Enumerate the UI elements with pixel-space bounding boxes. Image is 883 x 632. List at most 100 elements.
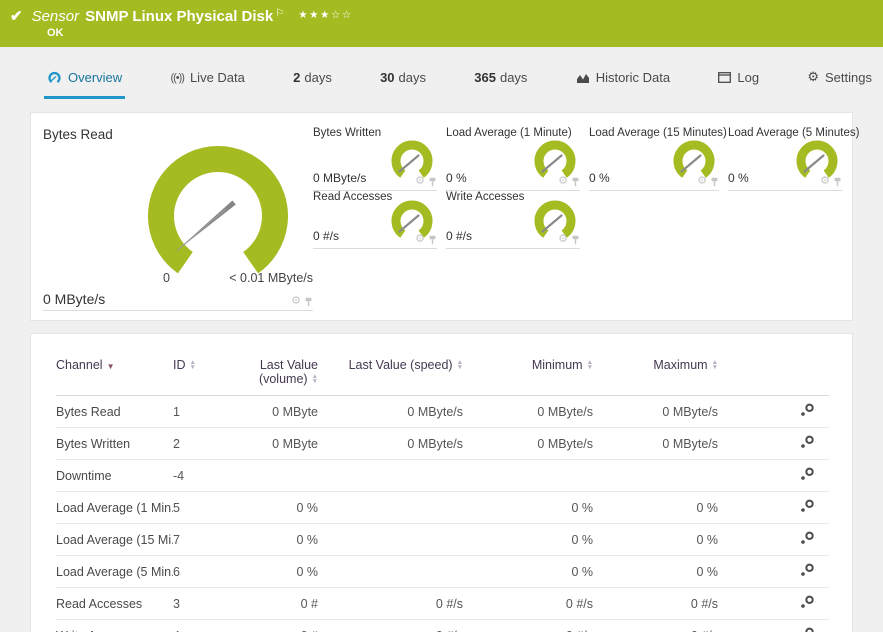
channel-settings-icon[interactable]	[799, 531, 815, 545]
channel-settings-icon[interactable]	[799, 499, 815, 513]
last-value-volume: 0 %	[233, 523, 326, 556]
last-value-volume: 0 %	[233, 491, 326, 524]
gear-icon: ⚙	[807, 69, 819, 84]
status-badge: OK	[47, 27, 64, 39]
gauge-dial	[148, 146, 288, 274]
col-header-channel[interactable]: Channel ▼	[56, 358, 173, 396]
channel-settings-icon[interactable]	[799, 595, 815, 609]
tab-settings[interactable]: ⚙ Settings	[804, 69, 875, 99]
gauge-value: 0 MByte/s	[313, 171, 367, 185]
gauge-label: Bytes Written	[313, 127, 382, 139]
tab-number: 365	[474, 70, 496, 85]
channel-id: 3	[173, 587, 233, 620]
pin-icon[interactable]	[428, 235, 437, 245]
broadcast-icon: ((•))	[170, 71, 184, 84]
table-row: Load Average (1 Min... 5 0 % 0 % 0 %	[56, 491, 829, 524]
maximum-value: 0 MByte/s	[601, 395, 726, 428]
tab-label: days	[499, 70, 528, 85]
channel-settings-icon[interactable]	[799, 435, 815, 449]
tab-historic-data[interactable]: Historic Data	[573, 70, 673, 99]
channel-name: Load Average (5 Min...	[56, 555, 173, 588]
pin-icon[interactable]	[571, 177, 580, 187]
tab-label: Live Data	[189, 70, 245, 85]
channel-gear-icon[interactable]: ⚙	[558, 234, 568, 245]
channel-name: Load Average (1 Min...	[56, 491, 173, 524]
channel-gear-icon[interactable]: ⚙	[415, 234, 425, 245]
channel-name: Load Average (15 Mi...	[56, 523, 173, 556]
gauge-icon	[48, 71, 61, 83]
channel-gear-icon[interactable]: ⚙	[415, 176, 425, 187]
last-value-volume	[233, 459, 326, 492]
pin-icon[interactable]	[710, 177, 719, 187]
pin-icon[interactable]	[428, 177, 437, 187]
sort-icon: ▲ ▼	[586, 359, 593, 371]
sensor-title: SNMP Linux Physical Disk	[85, 8, 274, 25]
gauge-value: 0 %	[589, 171, 610, 185]
channel-id: 5	[173, 491, 233, 524]
tab-log[interactable]: Log	[715, 70, 762, 99]
channels-panel: Channel ▼ ID ▲ ▼ Last Value (volume) ▲ ▼ Last…	[30, 333, 853, 632]
table-row: Write Accesses 4 0 # 0 #/s 0 #/s 0 #/s	[56, 619, 829, 632]
sensor-header: ✔ Sensor SNMP Linux Physical Disk ⚐ ★★★☆…	[0, 0, 883, 47]
table-row: Downtime -4	[56, 459, 829, 492]
tab-number: 30	[380, 70, 395, 85]
maximum-value	[601, 459, 726, 492]
tab-label: Log	[737, 70, 760, 85]
channel-settings-icon[interactable]	[799, 563, 815, 577]
tab-2-days[interactable]: 2 days	[290, 70, 335, 99]
tab-30-days[interactable]: 30 days	[377, 70, 429, 99]
maximum-value: 0 #/s	[601, 587, 726, 620]
maximum-value: 0 %	[601, 491, 726, 524]
gauge-label: Load Average (15 Minutes)	[589, 127, 727, 139]
pin-icon[interactable]	[304, 297, 313, 307]
gauge-label: Load Average (1 Minute)	[446, 127, 572, 139]
last-value-volume: 0 MByte	[233, 395, 326, 428]
col-header-settings	[726, 358, 829, 396]
priority-stars[interactable]: ★★★☆☆	[298, 9, 353, 21]
minimum-value	[471, 459, 601, 492]
minimum-value: 0 #/s	[471, 587, 601, 620]
minimum-value: 0 %	[471, 555, 601, 588]
channel-settings-icon[interactable]	[799, 403, 815, 417]
channel-gear-icon[interactable]: ⚙	[820, 176, 830, 187]
col-header-id[interactable]: ID ▲ ▼	[173, 358, 233, 396]
last-value-volume: 0 #	[233, 587, 326, 620]
col-header-last-speed[interactable]: Last Value (speed) ▲ ▼	[326, 358, 471, 396]
tab-label: days	[398, 70, 427, 85]
pin-icon[interactable]	[833, 177, 842, 187]
gauge-read-accesses: Read Accesses 0 #/s ⚙	[313, 191, 437, 249]
flag-icon[interactable]: ⚐	[275, 8, 284, 19]
tab-365-days[interactable]: 365 days	[471, 70, 530, 99]
gauge-value: 0 MByte/s	[43, 291, 106, 307]
gauge-value: 0 #/s	[313, 229, 340, 243]
channel-name: Read Accesses	[56, 587, 173, 620]
pin-icon[interactable]	[571, 235, 580, 245]
channel-id: 4	[173, 619, 233, 632]
col-header-last-volume[interactable]: Last Value (volume) ▲ ▼	[233, 358, 326, 396]
sort-icon: ▲ ▼	[311, 373, 318, 385]
tab-label: Overview	[68, 70, 123, 85]
tab-overview[interactable]: Overview	[44, 70, 126, 99]
gauge-bytes-written: Bytes Written 0 MByte/s ⚙	[313, 127, 437, 191]
window-icon	[718, 72, 732, 83]
gauge-load-average-1-minute: Load Average (1 Minute) 0 % ⚙	[446, 127, 580, 191]
minimum-value: 0 #/s	[471, 619, 601, 632]
channel-id: 2	[173, 427, 233, 460]
channel-settings-icon[interactable]	[799, 467, 815, 481]
col-header-maximum[interactable]: Maximum ▲ ▼	[601, 358, 726, 396]
maximum-value: 0 #/s	[601, 619, 726, 632]
gauge-value: 0 %	[728, 171, 749, 185]
gauge-value: 0 %	[446, 171, 467, 185]
channel-gear-icon[interactable]: ⚙	[558, 176, 568, 187]
channel-id: 1	[173, 395, 233, 428]
channel-gear-icon[interactable]: ⚙	[291, 296, 301, 307]
col-header-minimum[interactable]: Minimum ▲ ▼	[471, 358, 601, 396]
channel-gear-icon[interactable]: ⚙	[697, 176, 707, 187]
area-chart-icon	[576, 73, 589, 83]
tab-live-data[interactable]: ((•)) Live Data	[167, 70, 247, 99]
last-value-speed	[326, 491, 471, 524]
gauge-value: 0 #/s	[446, 229, 473, 243]
channel-settings-icon[interactable]	[799, 627, 815, 632]
last-value-speed	[326, 459, 471, 492]
sort-icon: ▲ ▼	[456, 359, 463, 371]
